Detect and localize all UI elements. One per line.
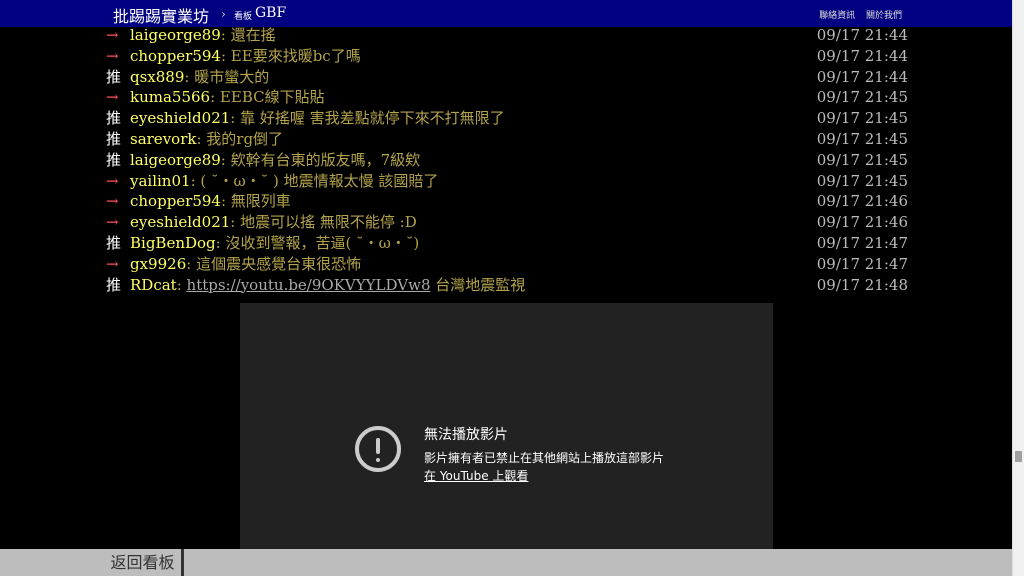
comment-content: : 這個震央感覺台東很恐怖 xyxy=(186,254,362,273)
comment-userid: BigBenDog xyxy=(130,234,216,252)
comment-userid: qsx889 xyxy=(130,67,185,86)
arrow-tag: → xyxy=(106,213,119,232)
error-icon xyxy=(355,426,401,472)
comment-userid: gx9926 xyxy=(130,254,187,273)
comment-row: 推 RDcat: https://youtu.be/9OKVYYLDVw8 台灣地… xyxy=(106,275,908,296)
comment-userid: eyeshield021 xyxy=(130,109,231,128)
comment-content-prefix: : xyxy=(176,275,187,294)
comment-userid: laigeorge89 xyxy=(130,150,221,169)
board-name-link[interactable]: GBF xyxy=(255,5,286,21)
scrollbar-thumb[interactable] xyxy=(1015,451,1022,462)
comment-userid: sarevork xyxy=(130,130,197,148)
video-error-title: 無法播放影片 xyxy=(424,427,508,443)
comment-row: 推 qsx889: 暖市蠻大的 09/17 21:44 xyxy=(106,67,908,88)
comment-time: 09/17 21:45 xyxy=(816,109,908,128)
top-links: 聯絡資訊 關於我們 xyxy=(811,8,902,21)
push-tag: 推 xyxy=(106,150,122,169)
comment-userid: eyeshield021 xyxy=(130,213,231,232)
comment-content: : EE要來找暖bc了嗎 xyxy=(220,46,361,65)
comment-userid: laigeorge89 xyxy=(130,26,221,44)
board-prefix-label: 看板 xyxy=(234,12,253,22)
push-tag: 推 xyxy=(106,234,122,252)
watch-on-youtube-link[interactable]: 在 YouTube 上觀看 xyxy=(424,467,528,484)
comment-row: 推 eyeshield021: 靠 好搖喔 害我差點就停下來不打無限了 09/17 … xyxy=(106,108,908,129)
comment-row: → gx9926: 這個震央感覺台東很恐怖 09/17 21:47 xyxy=(106,254,908,275)
comment-userid: RDcat xyxy=(130,275,177,294)
breadcrumb-separator: › xyxy=(221,7,226,21)
comment-time: 09/17 21:47 xyxy=(816,254,908,273)
comment-userid: chopper594 xyxy=(130,192,221,211)
about-link[interactable]: 關於我們 xyxy=(866,11,902,21)
comment-time: 09/17 21:48 xyxy=(816,275,908,294)
push-tag: 推 xyxy=(106,275,122,294)
comment-time: 09/17 21:47 xyxy=(816,234,908,252)
comment-userid: yailin01 xyxy=(130,171,191,190)
comment-content: : 地震可以搖 無限不能停 :D xyxy=(230,213,417,232)
comment-row: 推 BigBenDog: 沒收到警報，苦逼( ˘・ω・˘) 09/17 21:47 xyxy=(106,233,908,254)
comment-row: → kuma5566: EEBC線下貼貼 09/17 21:45 xyxy=(106,87,908,108)
comment-content: : EEBC線下貼貼 xyxy=(210,88,325,107)
push-tag: 推 xyxy=(106,109,122,128)
bottom-bar: 返回看板 xyxy=(0,549,1012,576)
contact-link[interactable]: 聯絡資訊 xyxy=(819,11,855,21)
comment-time: 09/17 21:45 xyxy=(816,130,908,148)
comment-content-suffix: 台灣地震監視 xyxy=(430,275,526,294)
arrow-tag: → xyxy=(106,46,119,65)
site-title-link[interactable]: 批踢踢實業坊 xyxy=(113,3,209,27)
comment-content: : 還在搖 xyxy=(220,26,276,44)
comment-row: → chopper594: 無限列車 09/17 21:46 xyxy=(106,191,908,212)
comment-time: 09/17 21:44 xyxy=(816,26,908,44)
arrow-tag: → xyxy=(106,171,119,190)
comment-userid: chopper594 xyxy=(130,46,221,65)
comment-row: → laigeorge89: 還在搖 09/17 21:44 xyxy=(106,25,908,46)
back-to-board-button[interactable]: 返回看板 xyxy=(104,549,184,576)
comment-content: : 無限列車 xyxy=(220,192,291,211)
push-tag: 推 xyxy=(106,130,122,148)
arrow-tag: → xyxy=(106,88,119,107)
push-tag: 推 xyxy=(106,67,122,86)
comment-row: 推 laigeorge89: 欸幹有台東的版友嗎，7級欸 09/17 21:45 xyxy=(106,150,908,171)
comment-time: 09/17 21:46 xyxy=(816,192,908,211)
comment-content: : ( ˘・ω・˘ ) 地震情報太慢 該國賠了 xyxy=(190,171,439,190)
arrow-tag: → xyxy=(106,192,119,211)
arrow-tag: → xyxy=(106,254,119,273)
comment-content: : 暖市蠻大的 xyxy=(184,67,270,86)
video-error-message: 影片擁有者已禁止在其他網站上播放這部影片 xyxy=(424,451,665,465)
comment-row: → chopper594: EE要來找暖bc了嗎 09/17 21:44 xyxy=(106,46,908,67)
comment-content: : 欸幹有台東的版友嗎，7級欸 xyxy=(220,150,421,169)
comment-time: 09/17 21:44 xyxy=(816,46,908,65)
comment-content: : 沒收到警報，苦逼( ˘・ω・˘) xyxy=(215,234,420,252)
comment-link[interactable]: https://youtu.be/9OKVYYLDVw8 xyxy=(187,276,431,294)
comment-time: 09/17 21:45 xyxy=(816,171,908,190)
comment-userid: kuma5566 xyxy=(130,88,211,107)
comment-content: : 我的rg倒了 xyxy=(196,130,284,148)
arrow-tag: → xyxy=(106,26,119,44)
comment-time: 09/17 21:45 xyxy=(816,88,908,107)
comment-time: 09/17 21:45 xyxy=(816,150,908,169)
scrollbar[interactable] xyxy=(1012,0,1024,576)
comment-row: 推 sarevork: 我的rg倒了 09/17 21:45 xyxy=(106,129,908,150)
comment-time: 09/17 21:46 xyxy=(816,213,908,232)
top-bar: 批踢踢實業坊 › 看板 GBF 聯絡資訊 關於我們 xyxy=(0,0,1012,27)
comment-row: → yailin01: ( ˘・ω・˘ ) 地震情報太慢 該國賠了 09/17 21… xyxy=(106,171,908,192)
comment-content: : https://youtu.be/9OKVYYLDVw8 台灣地震監視 xyxy=(177,276,526,294)
comment-time: 09/17 21:44 xyxy=(816,67,908,86)
comment-content: : 靠 好搖喔 害我差點就停下來不打無限了 xyxy=(230,109,505,128)
comment-row: → eyeshield021: 地震可以搖 無限不能停 :D 09/17 21:46 xyxy=(106,212,908,233)
